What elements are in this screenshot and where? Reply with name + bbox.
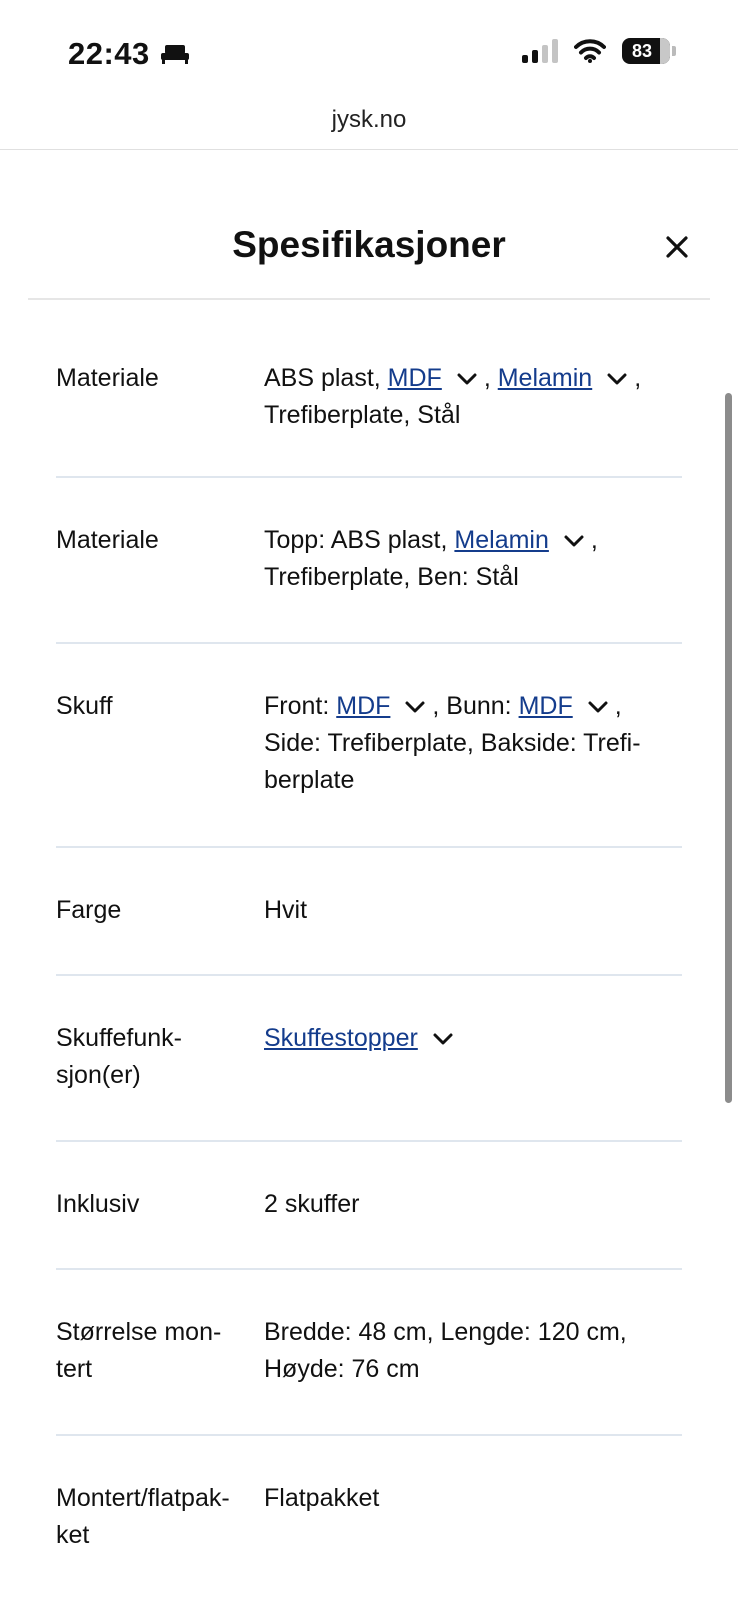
spec-list: Materiale ABS plast, MDF, Melamin, Trefi… (56, 300, 682, 1596)
clock-time: 22:43 (68, 36, 150, 71)
clock: 22:43 (68, 36, 190, 72)
mdf-link[interactable]: MDF (388, 364, 442, 392)
status-bar: 22:43 83 (0, 0, 738, 100)
spec-row: Materiale ABS plast, MDF, Melamin, Trefi… (56, 300, 682, 478)
spec-label: Farge (56, 896, 122, 924)
spec-row: Skuffefunk- sjon(er) Skuffestopper (56, 976, 682, 1142)
mdf-link[interactable]: MDF (519, 692, 573, 720)
spec-row: Inklusiv 2 skuffer (56, 1142, 682, 1270)
spec-value: Topp: ABS plast, Melamin, Trefiberplate,… (264, 526, 598, 591)
url-text[interactable]: jysk.no (332, 106, 407, 134)
spec-value: Flatpakket (264, 1484, 380, 1512)
scrollbar[interactable] (725, 393, 732, 1103)
sheet-header: Spesifikasjoner (28, 200, 710, 300)
spec-label: Materiale (56, 364, 159, 392)
spec-value: 2 skuffer (264, 1190, 360, 1218)
spec-row: Farge Hvit (56, 848, 682, 976)
spec-value: ABS plast, MDF, Melamin, Trefiberplate, … (264, 364, 642, 429)
spec-label: Skuffefunk- sjon(er) (56, 1024, 183, 1089)
skuffestopper-link[interactable]: Skuffestopper (264, 1024, 418, 1052)
close-icon[interactable] (664, 234, 690, 260)
spec-label: Montert/flatpak- ket (56, 1484, 230, 1549)
spec-label: Størrelse mon- tert (56, 1318, 222, 1383)
spec-value: Skuffestopper (264, 1020, 682, 1140)
spec-value: Bredde: 48 cm, Lengde: 120 cm, Høyde: 76… (264, 1318, 627, 1383)
bed-icon (160, 45, 189, 64)
battery-level: 83 (631, 40, 653, 61)
spec-row: Montert/flatpak- ket Flatpakket (56, 1436, 682, 1596)
spec-row: Skuff Front: MDF, Bunn: MDF, Side: Trefi… (56, 644, 682, 848)
chevron-down-icon[interactable] (432, 1032, 454, 1046)
page-title: Spesifikasjoner (232, 224, 506, 265)
spec-label: Materiale (56, 526, 159, 554)
battery-icon: 83 (622, 38, 670, 64)
signal-icon (522, 39, 558, 63)
spec-row: Materiale Topp: ABS plast, Melamin, Tref… (56, 478, 682, 644)
spec-label: Inklusiv (56, 1190, 140, 1218)
spec-value: Hvit (264, 896, 308, 924)
chevron-down-icon[interactable] (456, 372, 478, 386)
status-right: 83 (522, 38, 676, 64)
address-bar[interactable]: jysk.no (0, 100, 738, 150)
chevron-down-icon[interactable] (587, 700, 609, 714)
melamin-link[interactable]: Melamin (454, 526, 548, 554)
spec-row: Størrelse mon- tert Bredde: 48 cm, Lengd… (56, 1270, 682, 1436)
chevron-down-icon[interactable] (606, 372, 628, 386)
spec-value: Front: MDF, Bunn: MDF, Side: Trefiberpla… (264, 692, 641, 794)
chevron-down-icon[interactable] (404, 700, 426, 714)
wifi-icon (574, 39, 606, 63)
spec-label: Skuff (56, 692, 113, 720)
mdf-link[interactable]: MDF (336, 692, 390, 720)
chevron-down-icon[interactable] (563, 534, 585, 548)
melamin-link[interactable]: Melamin (498, 364, 592, 392)
